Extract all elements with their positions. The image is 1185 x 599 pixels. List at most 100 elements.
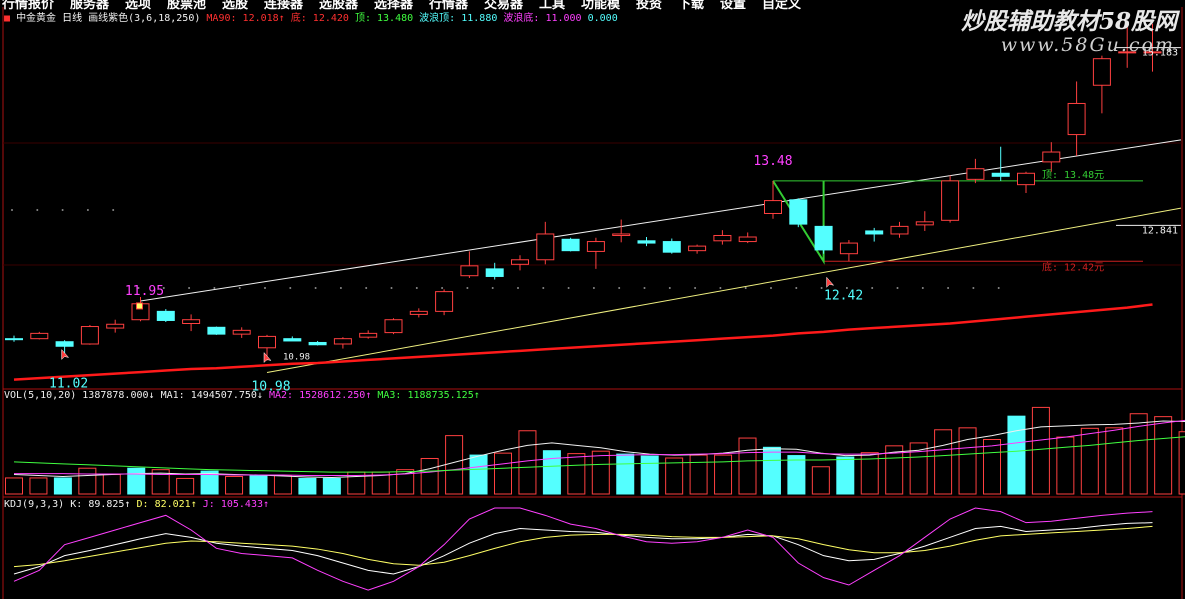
volume-bar [5,477,23,495]
volume-bar [1031,406,1050,495]
guide-dot [238,287,241,289]
candle-body [156,310,175,321]
guide-dot [719,287,722,289]
volume-bar [983,439,1001,495]
menu-item[interactable]: 下载 [678,0,704,12]
candle-body [662,241,681,253]
volume-bar [249,475,268,495]
candle-body [207,326,226,335]
guide-dot [744,287,747,289]
vol-legend-value: 1387878.000↓ [82,390,155,401]
candle-body [814,225,833,251]
kdj-j-line [13,507,1153,591]
volume-bar [127,467,146,495]
ma90-label: MA90: [206,13,237,24]
volume-bar [29,477,48,495]
wave-top-value: 11.880 [461,13,498,24]
guide-dot [289,287,292,289]
candle-body [485,268,504,277]
volume-bar [445,435,464,495]
high-annotation: 13.48 [753,154,792,169]
volume-bar [273,475,292,495]
low-marker-annotation: 10.98 [283,353,310,363]
wave-bottom-value: 11.000 [545,13,582,24]
candle-body [789,199,808,225]
kdj-k-line [13,522,1153,575]
volume-bar [518,430,537,495]
candle-body [5,338,23,341]
candle-body [1042,151,1061,163]
guide-dot [643,287,646,289]
guide-dot [517,287,519,289]
candle-body [713,234,732,242]
guide-dot [542,287,545,289]
guide-dot [36,209,39,211]
volume-bar [298,477,317,495]
channel-lower-line [266,207,1182,374]
candle-body [106,323,125,329]
candle-body [1017,172,1035,186]
guide-dot [264,287,266,289]
candle-body [1067,102,1086,136]
volume-bar [78,467,97,495]
watermark-url: www.58Gu.com [1000,34,1175,56]
ma1-legend-value: 1494507.750↓ [190,390,263,401]
menu-item[interactable]: 投资 [636,0,662,12]
low-annotation: 12.42 [824,288,863,303]
guide-dot [567,287,570,289]
volume-bar [1007,415,1026,495]
candle-body [182,319,201,325]
volume-bar [958,427,977,495]
menu-item[interactable]: 自定义 [762,0,801,12]
bottom-label: 底: [290,13,307,24]
d-legend-value: 82.021↑ [154,499,197,510]
candle-body [561,238,580,252]
j-legend-value: 105.433↑ [220,499,270,510]
volume-bar [1154,416,1173,495]
extra-value: 0.000 [587,13,618,24]
candle-body [258,335,276,349]
guide-dot [921,287,924,289]
candle-body [232,329,251,335]
volume-bar [1056,436,1075,495]
volume-bar [542,450,561,495]
candle-body [511,259,529,265]
stock-icon: ■ [4,13,11,24]
menu-item[interactable]: 设置 [720,0,746,12]
watermark-title: 炒股辅助教材58股网 [960,8,1177,35]
candle-body [941,180,960,221]
volume-bar [787,455,806,495]
wave-bottom-label: 波浪底: [503,13,540,24]
d-legend-name: D: [136,499,149,510]
period-label[interactable]: 日线 [62,13,82,24]
volume-bar [640,455,659,495]
j-legend-name: J: [202,499,215,510]
candle-body [80,326,99,345]
candle-body [409,310,428,315]
volume-bar [176,477,195,495]
channel-upper-line [140,139,1182,302]
stock-name: 中金黄金 [16,13,57,24]
volume-bar [225,475,244,495]
k-legend-value: 89.825↑ [88,499,131,510]
candle-body [384,319,403,334]
volume-bar [1178,431,1185,495]
candle-body [586,241,605,252]
guide-dot [213,287,216,289]
guide-dot [972,287,975,289]
guide-dot [947,287,950,289]
cursor-marker-icon [826,276,835,288]
high-annotation: 11.95 [125,284,164,299]
candle-body [1092,58,1111,86]
guide-dot [390,287,393,289]
candle-body [764,200,782,214]
guide-dot [339,287,342,289]
guide-dot [314,287,317,289]
price-axis-label: 12.841 [1142,225,1178,236]
volume-bar [420,457,439,495]
guide-dot [11,209,13,211]
ma2-legend-name: MA2: [268,390,294,401]
top-line-label: 顶: 13.48元 [1042,169,1104,181]
ma2-legend-value: 1528612.250↑ [299,390,372,401]
ma90-value: 12.018↑ [242,13,285,24]
